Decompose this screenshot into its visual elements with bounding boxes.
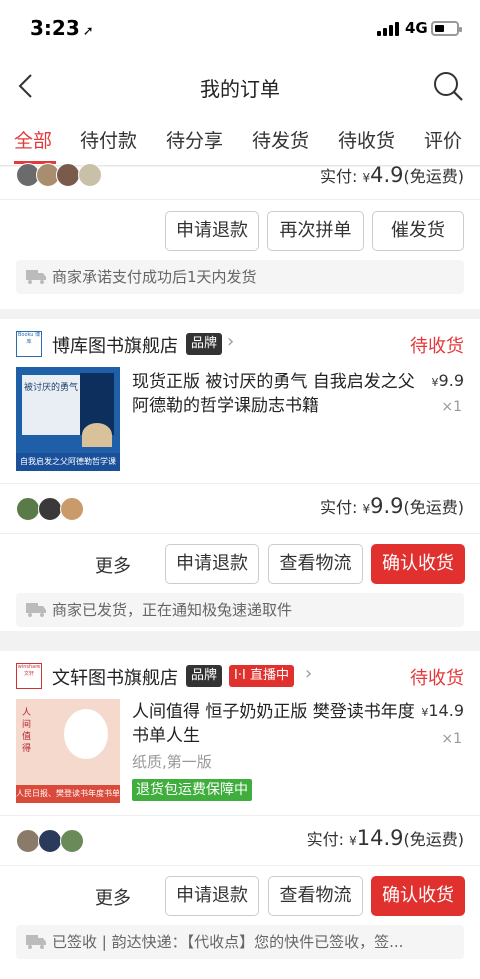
truck-icon [26, 935, 46, 949]
reorder-button[interactable]: 再次拼单 [267, 211, 364, 251]
signal-icon [377, 22, 399, 36]
paid-amount: 实付: ¥9.9(免运费) [319, 494, 464, 518]
product-title[interactable]: 现货正版 被讨厌的勇气 自我启发之父阿德勒的哲学课励志书籍 [132, 370, 416, 418]
order-tabs: 全部 待付款 待分享 待发货 待收货 评价 [0, 112, 480, 166]
paid-amount: 实付: ¥14.9(免运费) [306, 826, 464, 850]
location-arrow-icon: ➚ [82, 24, 94, 39]
truck-icon [26, 603, 46, 617]
chevron-right-icon[interactable]: › [227, 331, 234, 352]
shipping-notice: 商家已发货，正在通知极兔速递取件 [16, 593, 464, 627]
paid-amount: 实付: ¥4.9(免运费) [319, 163, 464, 187]
confirm-receipt-button[interactable]: 确认收货 [371, 876, 465, 916]
order-card: 实付: ¥4.9(免运费) 申请退款 再次拼单 催发货 商家承诺支付成功后1天内… [0, 163, 480, 309]
brand-badge: 品牌 [186, 333, 223, 355]
product-quantity: ×1 [441, 731, 462, 747]
group-avatar [60, 497, 84, 521]
status-time: 3:23 ➚ [30, 16, 94, 40]
product-spec: 纸质,第一版 [132, 753, 212, 771]
urge-shipment-button[interactable]: 催发货 [372, 211, 464, 251]
page-title: 我的订单 [200, 77, 280, 101]
more-actions-button[interactable]: 更多 [95, 552, 131, 578]
tab-pending-receipt[interactable]: 待收货 [338, 126, 395, 153]
refund-button[interactable]: 申请退款 [165, 544, 259, 584]
group-avatar [78, 163, 102, 187]
live-icon: Ⅰ·Ⅰ [234, 668, 250, 683]
group-avatar [38, 497, 62, 521]
order-status: 待收货 [410, 336, 464, 357]
truck-icon [26, 270, 46, 284]
nav-bar: 我的订单 [0, 60, 480, 112]
search-icon[interactable] [432, 70, 464, 102]
group-avatar [38, 829, 62, 853]
tab-review[interactable]: 评价 [424, 126, 462, 153]
more-actions-button[interactable]: 更多 [95, 884, 131, 910]
shop-logo: Booku 博库 [16, 331, 42, 357]
shop-name[interactable]: 文轩图书旗舰店 [52, 664, 178, 690]
shop-name[interactable]: 博库图书旗舰店 [52, 332, 178, 358]
chevron-right-icon[interactable]: › [305, 663, 312, 684]
order-card: winshare 文轩 文轩图书旗舰店 品牌 Ⅰ·Ⅰ 直播中 › 待收货 人间值… [0, 651, 480, 979]
group-avatar [16, 829, 40, 853]
product-thumbnail[interactable]: 人间值得 人民日报、樊登读书年度书单 [16, 699, 120, 803]
group-avatar [56, 163, 80, 187]
product-price: ¥9.9 [431, 371, 464, 390]
product-title[interactable]: 人间值得 恒子奶奶正版 樊登读书年度书单人生 [132, 700, 416, 748]
refund-button[interactable]: 申请退款 [165, 876, 259, 916]
status-bar: 3:23 ➚ 4G [0, 0, 480, 60]
group-avatar [60, 829, 84, 853]
shipping-notice: 商家承诺支付成功后1天内发货 [16, 260, 464, 294]
product-thumbnail[interactable]: 被讨厌的勇气 自我启发之父阿德勒哲学课 [16, 367, 120, 471]
order-status: 待收货 [410, 668, 464, 689]
product-price: ¥14.9 [421, 701, 464, 720]
shop-logo: winshare 文轩 [16, 663, 42, 689]
track-logistics-button[interactable]: 查看物流 [268, 876, 363, 916]
tab-pending-payment[interactable]: 待付款 [80, 126, 137, 153]
order-card: Booku 博库 博库图书旗舰店 品牌 › 待收货 被讨厌的勇气 自我启发之父阿… [0, 319, 480, 631]
tab-all[interactable]: 全部 [14, 126, 52, 153]
live-badge[interactable]: Ⅰ·Ⅰ 直播中 [229, 665, 294, 687]
track-logistics-button[interactable]: 查看物流 [268, 544, 363, 584]
tab-pending-share[interactable]: 待分享 [166, 126, 223, 153]
return-guarantee-badge: 退货包运费保障中 [132, 779, 252, 801]
refund-button[interactable]: 申请退款 [165, 211, 259, 251]
network-type: 4G [405, 19, 428, 37]
tab-pending-shipment[interactable]: 待发货 [252, 126, 309, 153]
brand-badge: 品牌 [186, 665, 223, 687]
group-avatar [16, 497, 40, 521]
battery-icon [431, 21, 462, 36]
shipping-notice[interactable]: 已签收 | 韵达快递：【代收点】您的快件已签收，签... [16, 925, 464, 959]
confirm-receipt-button[interactable]: 确认收货 [371, 544, 465, 584]
product-quantity: ×1 [441, 399, 462, 415]
